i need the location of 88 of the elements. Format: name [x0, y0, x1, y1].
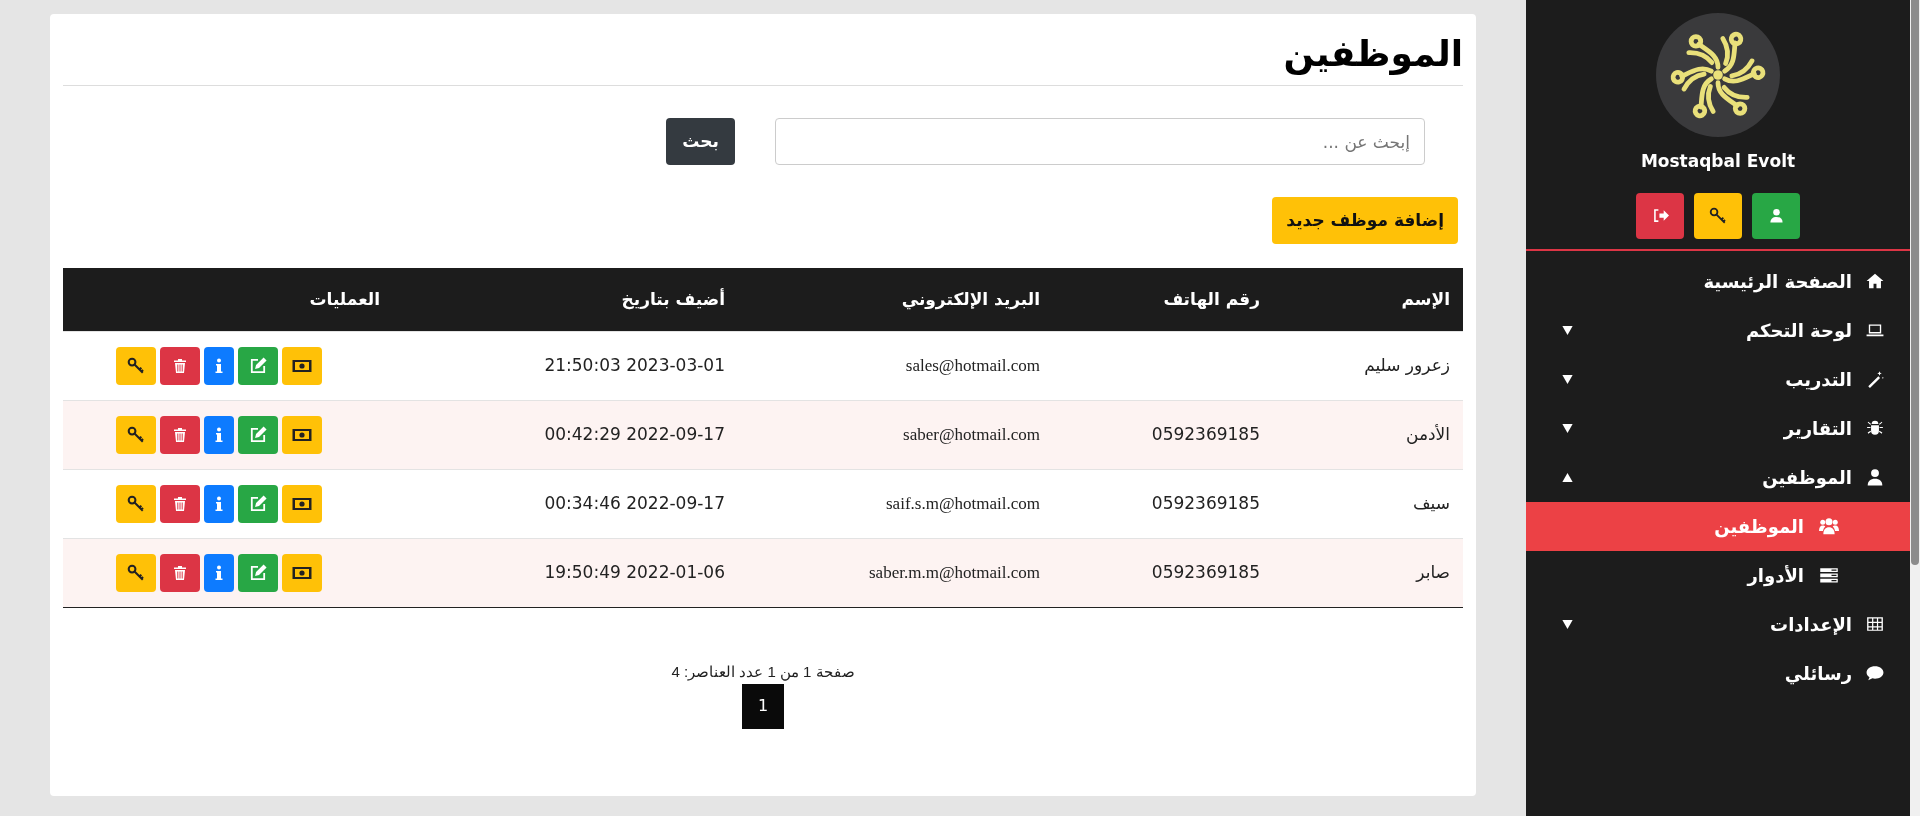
trash-icon	[173, 495, 187, 512]
delete-button[interactable]	[160, 484, 200, 523]
banknote-icon	[292, 427, 312, 442]
table-cell: زعرور سليم	[1364, 354, 1450, 375]
table-cell: صابر	[1416, 561, 1450, 582]
logout-icon	[1651, 207, 1669, 224]
table-cell: 19:50:49 2022-01-06	[544, 561, 725, 582]
table-icon	[1866, 615, 1884, 633]
banknote-icon	[292, 496, 312, 511]
sidebar-item[interactable]: رسائلي	[1526, 648, 1910, 698]
user-icon	[1866, 468, 1884, 486]
password-button[interactable]	[116, 553, 156, 592]
magic-wand-icon	[1866, 370, 1884, 388]
key-icon	[1709, 206, 1727, 225]
users-icon	[1818, 516, 1840, 536]
info-button[interactable]	[204, 484, 234, 523]
table-cell: 0592369185	[1151, 492, 1260, 513]
sidebar-item[interactable]: الإعدادات	[1526, 599, 1910, 649]
sidebar-item[interactable]: التقارير	[1526, 403, 1910, 453]
delete-button[interactable]	[160, 346, 200, 385]
info-button[interactable]	[204, 553, 234, 592]
logout-button[interactable]	[1636, 192, 1684, 239]
info-icon	[215, 426, 223, 443]
salary-button[interactable]	[282, 415, 322, 454]
info-button[interactable]	[204, 346, 234, 385]
table-cell: 00:42:29 2022-09-17	[544, 423, 725, 444]
search-field[interactable]: إبحث عن ...	[775, 118, 1425, 166]
password-button[interactable]	[116, 346, 156, 385]
column-header: الإسم	[1401, 288, 1450, 309]
table-cell: saber.m.m@hotmail.com	[869, 562, 1040, 582]
trash-icon	[173, 564, 187, 581]
list-icon	[1818, 565, 1840, 585]
edit-icon	[249, 563, 267, 582]
sidebar-item[interactable]: التدريب	[1526, 354, 1910, 404]
chat-bubble-icon	[1866, 664, 1884, 682]
add-employee-button[interactable]: إضافة موظف جديد	[1272, 197, 1458, 245]
info-icon	[215, 357, 223, 374]
table-cell: 0592369185	[1151, 561, 1260, 582]
submenu-item[interactable]: الموظفين	[1526, 501, 1910, 551]
column-header: البريد الإلكتروني	[901, 288, 1040, 309]
column-header: العمليات	[309, 288, 380, 309]
trash-icon	[173, 426, 187, 443]
sidebar-item[interactable]: الموظفين	[1526, 452, 1910, 502]
delete-button[interactable]	[160, 415, 200, 454]
key-icon	[127, 563, 145, 582]
column-header: رقم الهاتف	[1163, 288, 1260, 309]
laptop-icon	[1866, 321, 1884, 339]
password-button[interactable]	[1694, 192, 1742, 239]
page-button[interactable]: 1	[742, 683, 784, 729]
table-cell: 21:50:03 2023-03-01	[544, 354, 725, 375]
search-button[interactable]: بحث	[666, 118, 735, 166]
bug-icon	[1866, 419, 1884, 437]
info-button[interactable]	[204, 415, 234, 454]
key-icon	[127, 494, 145, 513]
table-cell: sales@hotmail.com	[905, 355, 1040, 375]
scrollbar[interactable]	[1911, 0, 1919, 565]
banknote-icon	[292, 358, 312, 373]
password-button[interactable]	[116, 415, 156, 454]
info-icon	[215, 564, 223, 581]
table-cell: 0592369185	[1151, 423, 1260, 444]
salary-button[interactable]	[282, 553, 322, 592]
salary-button[interactable]	[282, 484, 322, 523]
pagination-summary: صفحة 1 من 1 عدد العناصر: 4	[671, 662, 855, 680]
salary-button[interactable]	[282, 346, 322, 385]
page-title: الموظفين	[1282, 32, 1463, 77]
home-icon	[1866, 272, 1884, 290]
column-header: أضيف بتاريخ	[621, 288, 725, 309]
sidebar-item[interactable]: لوحة التحكم	[1526, 305, 1910, 355]
table-cell: الأدمن	[1405, 423, 1450, 444]
key-icon	[127, 356, 145, 375]
info-icon	[215, 495, 223, 512]
table-cell: سيف	[1413, 492, 1450, 513]
edit-icon	[249, 425, 267, 444]
banknote-icon	[292, 565, 312, 580]
profile-button[interactable]	[1752, 192, 1800, 239]
submenu-item[interactable]: الأدوار	[1526, 550, 1910, 600]
sidebar-item[interactable]: الصفحة الرئيسية	[1526, 256, 1910, 306]
key-icon	[127, 425, 145, 444]
trash-icon	[173, 357, 187, 374]
password-button[interactable]	[116, 484, 156, 523]
table-cell: 00:34:46 2022-09-17	[544, 492, 725, 513]
brand-name: Mostaqbal Evolt	[1639, 150, 1797, 173]
table-cell: saif.s.m@hotmail.com	[886, 493, 1040, 513]
edit-icon	[249, 494, 267, 513]
delete-button[interactable]	[160, 553, 200, 592]
user-icon	[1768, 208, 1784, 223]
edit-icon	[249, 356, 267, 375]
table-cell: saber@hotmail.com	[903, 424, 1040, 444]
